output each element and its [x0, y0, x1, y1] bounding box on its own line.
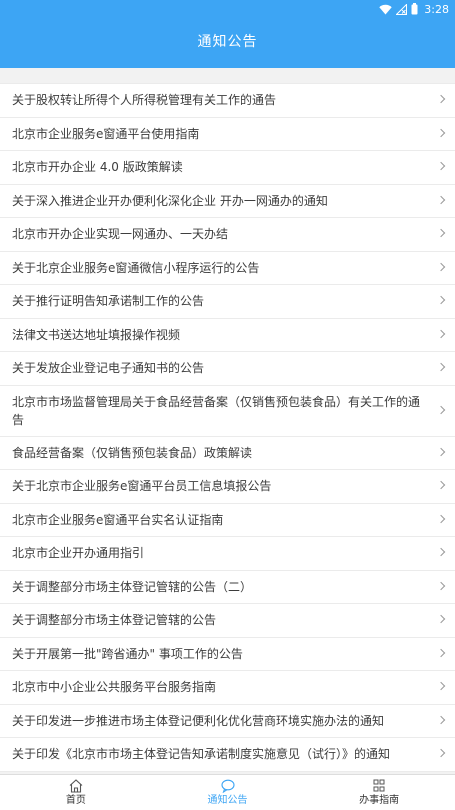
notice-title: 北京市市场监督管理局关于食品经营备案（仅销售预包装食品）有关工作的通告	[12, 394, 421, 427]
notice-list-items: 关于股权转让所得个人所得税管理有关工作的通告 北京市企业服务e窗通平台使用指南 北京…	[0, 83, 455, 772]
notice-item[interactable]: 关于开展第一批"跨省通办" 事项工作的公告	[0, 637, 455, 671]
notice-title: 关于股权转让所得个人所得税管理有关工作的通告	[12, 93, 277, 108]
notice-title: 关于推行证明告知承诺制工作的公告	[12, 294, 205, 309]
notice-title: 关于发放企业登记电子通知书的公告	[12, 361, 205, 376]
tab-guide[interactable]: 办事指南	[303, 775, 455, 810]
notice-list[interactable]: 关于股权转让所得个人所得税管理有关工作的通告 北京市企业服务e窗通平台使用指南 北京…	[0, 68, 455, 774]
notice-item[interactable]: 北京市市场监督管理局关于食品经营备案（仅销售预包装食品）有关工作的通告	[0, 385, 455, 437]
notice-item[interactable]: 关于调整部分市场主体登记管辖的公告（二）	[0, 570, 455, 604]
chevron-right-icon	[436, 548, 446, 557]
status-time: 3:28	[424, 2, 449, 16]
chevron-right-icon	[436, 615, 446, 624]
home-icon	[69, 779, 83, 793]
chevron-right-icon	[436, 481, 446, 490]
notice-title: 关于深入推进企业开办便利化深化企业 开办一网通办的通知	[12, 193, 328, 208]
notice-item[interactable]: 北京市企业服务e窗通平台实名认证指南	[0, 503, 455, 537]
status-bar: 3:28	[0, 0, 455, 18]
chevron-right-icon	[436, 405, 446, 414]
notice-item[interactable]: 关于印发《北京市市场主体登记告知承诺制度实施意见（试行）》的通知	[0, 738, 455, 772]
notice-title: 北京市开办企业 4.0 版政策解读	[12, 160, 183, 175]
notice-item[interactable]: 关于发放企业登记电子通知书的公告	[0, 352, 455, 386]
chevron-right-icon	[436, 262, 446, 271]
notice-item[interactable]: 食品经营备案（仅销售预包装食品）政策解读	[0, 436, 455, 470]
chevron-right-icon	[436, 128, 446, 137]
notice-item[interactable]: 关于北京企业服务e窗通微信小程序运行的公告	[0, 251, 455, 285]
battery-icon	[411, 3, 418, 15]
chevron-right-icon	[436, 296, 446, 305]
chevron-right-icon	[436, 329, 446, 338]
notice-item[interactable]: 北京市开办企业实现一网通办、一天办结	[0, 218, 455, 252]
notice-title: 食品经营备案（仅销售预包装食品）政策解读	[12, 445, 253, 460]
notice-item[interactable]: 关于深入推进企业开办便利化深化企业 开办一网通办的通知	[0, 184, 455, 218]
notice-item[interactable]: 关于推行证明告知承诺制工作的公告	[0, 285, 455, 319]
tab-notices[interactable]: 通知公告	[152, 775, 304, 810]
notice-item[interactable]: 关于印发进一步推进市场主体登记便利化优化营商环境实施办法的通知	[0, 704, 455, 738]
notice-item[interactable]: 北京市企业开办通用指引	[0, 537, 455, 571]
bottom-tab-bar: 首页 通知公告 办事指南	[0, 774, 455, 810]
notice-title: 北京市中小企业公共服务平台服务指南	[12, 680, 217, 695]
notice-title: 法律文书送达地址填报操作视频	[12, 327, 181, 342]
notice-title: 关于北京市企业服务e窗通平台员工信息填报公告	[12, 479, 272, 494]
notice-title: 关于印发《北京市市场主体登记告知承诺制度实施意见（试行）》的通知	[12, 747, 391, 762]
tab-home-label: 首页	[65, 795, 86, 806]
chevron-right-icon	[436, 715, 446, 724]
chevron-right-icon	[436, 648, 446, 657]
grid-icon	[373, 779, 385, 792]
chevron-right-icon	[436, 95, 446, 104]
chevron-right-icon	[436, 447, 446, 456]
tab-notices-label: 通知公告	[207, 795, 248, 806]
notice-title: 关于北京企业服务e窗通微信小程序运行的公告	[12, 260, 260, 275]
notice-title: 关于开展第一批"跨省通办" 事项工作的公告	[12, 646, 243, 661]
tab-guide-label: 办事指南	[359, 795, 400, 806]
notice-title: 关于印发进一步推进市场主体登记便利化优化营商环境实施办法的通知	[12, 713, 385, 728]
notice-item[interactable]: 北京市企业服务e窗通平台使用指南	[0, 117, 455, 151]
notice-title: 北京市开办企业实现一网通办、一天办结	[12, 227, 229, 242]
notice-item[interactable]: 关于调整部分市场主体登记管辖的公告	[0, 604, 455, 638]
notice-item[interactable]: 北京市开办企业 4.0 版政策解读	[0, 151, 455, 185]
notice-item[interactable]: 法律文书送达地址填报操作视频	[0, 318, 455, 352]
chevron-right-icon	[436, 195, 446, 204]
notice-title: 北京市企业开办通用指引	[12, 546, 145, 561]
chevron-right-icon	[436, 581, 446, 590]
page-title: 通知公告	[197, 34, 258, 50]
notice-title: 北京市企业服务e窗通平台使用指南	[12, 126, 200, 141]
status-icons: 3:28	[379, 2, 449, 16]
tab-home[interactable]: 首页	[0, 775, 152, 810]
notice-title: 关于调整部分市场主体登记管辖的公告（二）	[12, 579, 253, 594]
chevron-right-icon	[436, 682, 446, 691]
chevron-right-icon	[436, 749, 446, 758]
chevron-right-icon	[436, 363, 446, 372]
signal-off-icon	[396, 3, 408, 15]
chevron-right-icon	[436, 514, 446, 523]
chevron-right-icon	[436, 229, 446, 238]
wifi-icon	[379, 4, 392, 14]
notice-title: 北京市企业服务e窗通平台实名认证指南	[12, 512, 224, 527]
app-bar: 通知公告	[0, 18, 455, 68]
notice-item[interactable]: 关于股权转让所得个人所得税管理有关工作的通告	[0, 84, 455, 118]
chevron-right-icon	[436, 162, 446, 171]
notice-title: 关于调整部分市场主体登记管辖的公告	[12, 613, 217, 628]
notice-item[interactable]: 关于北京市企业服务e窗通平台员工信息填报公告	[0, 470, 455, 504]
notice-item[interactable]: 北京市中小企业公共服务平台服务指南	[0, 671, 455, 705]
message-icon	[220, 779, 235, 793]
